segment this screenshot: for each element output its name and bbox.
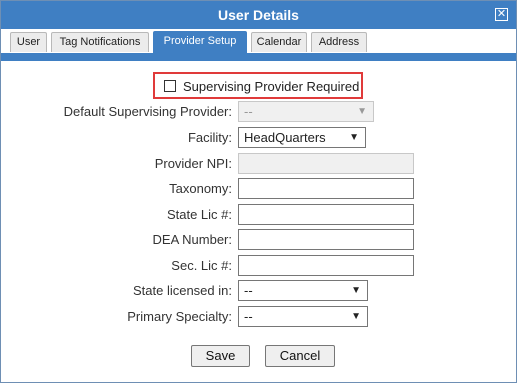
primary-specialty-select[interactable]: -- ▼ — [238, 306, 368, 327]
close-icon[interactable]: ✕ — [495, 8, 508, 21]
default-supervising-label: Default Supervising Provider: — [63, 104, 232, 119]
provider-npi-field — [238, 153, 414, 174]
tab-user[interactable]: User — [10, 32, 47, 52]
chevron-down-icon: ▼ — [351, 311, 361, 322]
tab-underline-bar — [1, 53, 516, 61]
tab-address[interactable]: Address — [311, 32, 367, 52]
state-lic-field[interactable] — [238, 204, 414, 225]
facility-select[interactable]: HeadQuarters ▼ — [238, 127, 366, 148]
tab-tag-notifications[interactable]: Tag Notifications — [51, 32, 149, 52]
tab-calendar[interactable]: Calendar — [251, 32, 307, 52]
provider-npi-label: Provider NPI: — [154, 156, 232, 171]
supervising-required-highlight: Supervising Provider Required — [153, 72, 363, 99]
state-licensed-value: -- — [244, 283, 253, 298]
chevron-down-icon: ▼ — [349, 132, 359, 143]
sec-lic-label: Sec. Lic #: — [171, 258, 232, 273]
chevron-down-icon: ▼ — [351, 285, 361, 296]
dea-number-field[interactable] — [238, 229, 414, 250]
taxonomy-field[interactable] — [238, 178, 414, 199]
taxonomy-label: Taxonomy: — [169, 181, 232, 196]
facility-label: Facility: — [187, 130, 232, 145]
state-lic-label: State Lic #: — [166, 207, 232, 222]
supervising-required-checkbox[interactable] — [164, 80, 176, 92]
dialog-title: User Details — [218, 7, 299, 23]
supervising-required-label: Supervising Provider Required — [183, 79, 360, 94]
tab-strip: User Tag Notifications Provider Setup Ca… — [1, 29, 516, 53]
cancel-button[interactable]: Cancel — [265, 345, 335, 367]
primary-specialty-value: -- — [244, 309, 253, 324]
default-supervising-select: -- ▼ — [238, 101, 374, 122]
dialog-titlebar[interactable]: User Details ✕ — [1, 1, 516, 30]
sec-lic-field[interactable] — [238, 255, 414, 276]
user-details-dialog: User Details ✕ User Tag Notifications Pr… — [0, 0, 517, 383]
default-supervising-value: -- — [244, 104, 253, 119]
tab-provider-setup[interactable]: Provider Setup — [153, 31, 247, 53]
facility-value: HeadQuarters — [244, 130, 326, 145]
chevron-down-icon: ▼ — [357, 106, 367, 117]
state-licensed-label: State licensed in: — [132, 283, 232, 298]
save-button[interactable]: Save — [191, 345, 250, 367]
state-licensed-select[interactable]: -- ▼ — [238, 280, 368, 301]
primary-specialty-label: Primary Specialty: — [127, 309, 232, 324]
dea-number-label: DEA Number: — [152, 232, 232, 247]
